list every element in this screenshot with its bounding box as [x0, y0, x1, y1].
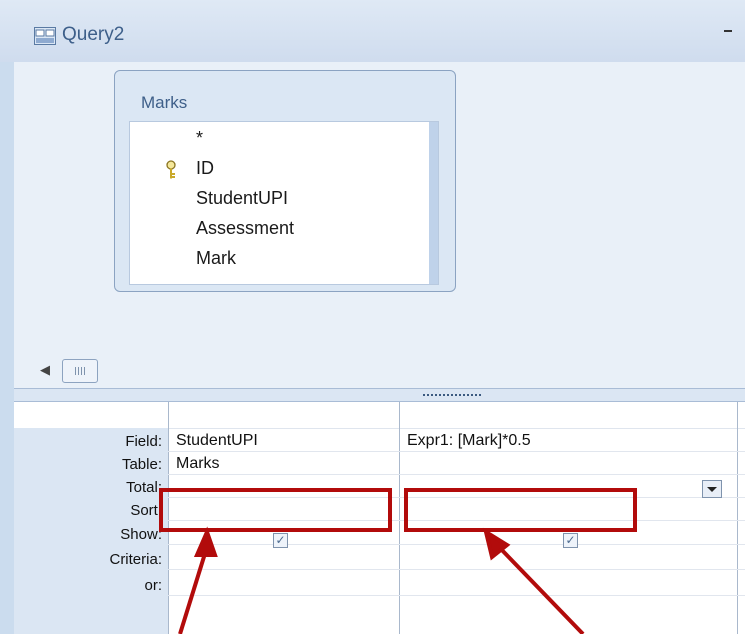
annotation-arrows	[178, 526, 585, 634]
